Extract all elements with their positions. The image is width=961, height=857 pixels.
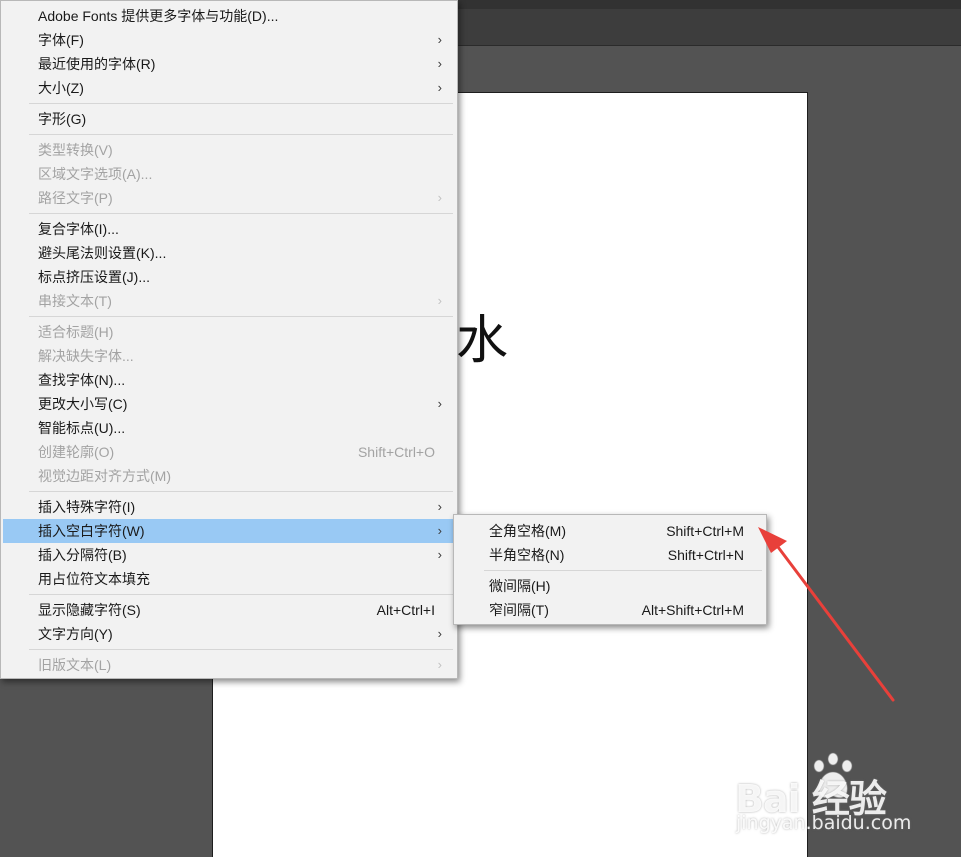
- annotation-arrow-icon: [758, 527, 895, 702]
- app-workspace: 长江东逝水 Adobe Fonts 提供更多字体与功能(D)... 字体(F) …: [0, 0, 961, 857]
- watermark: Bai 经验 jingyan.baidu.com: [732, 748, 932, 848]
- watermark-url: jingyan.baidu.com: [736, 812, 912, 834]
